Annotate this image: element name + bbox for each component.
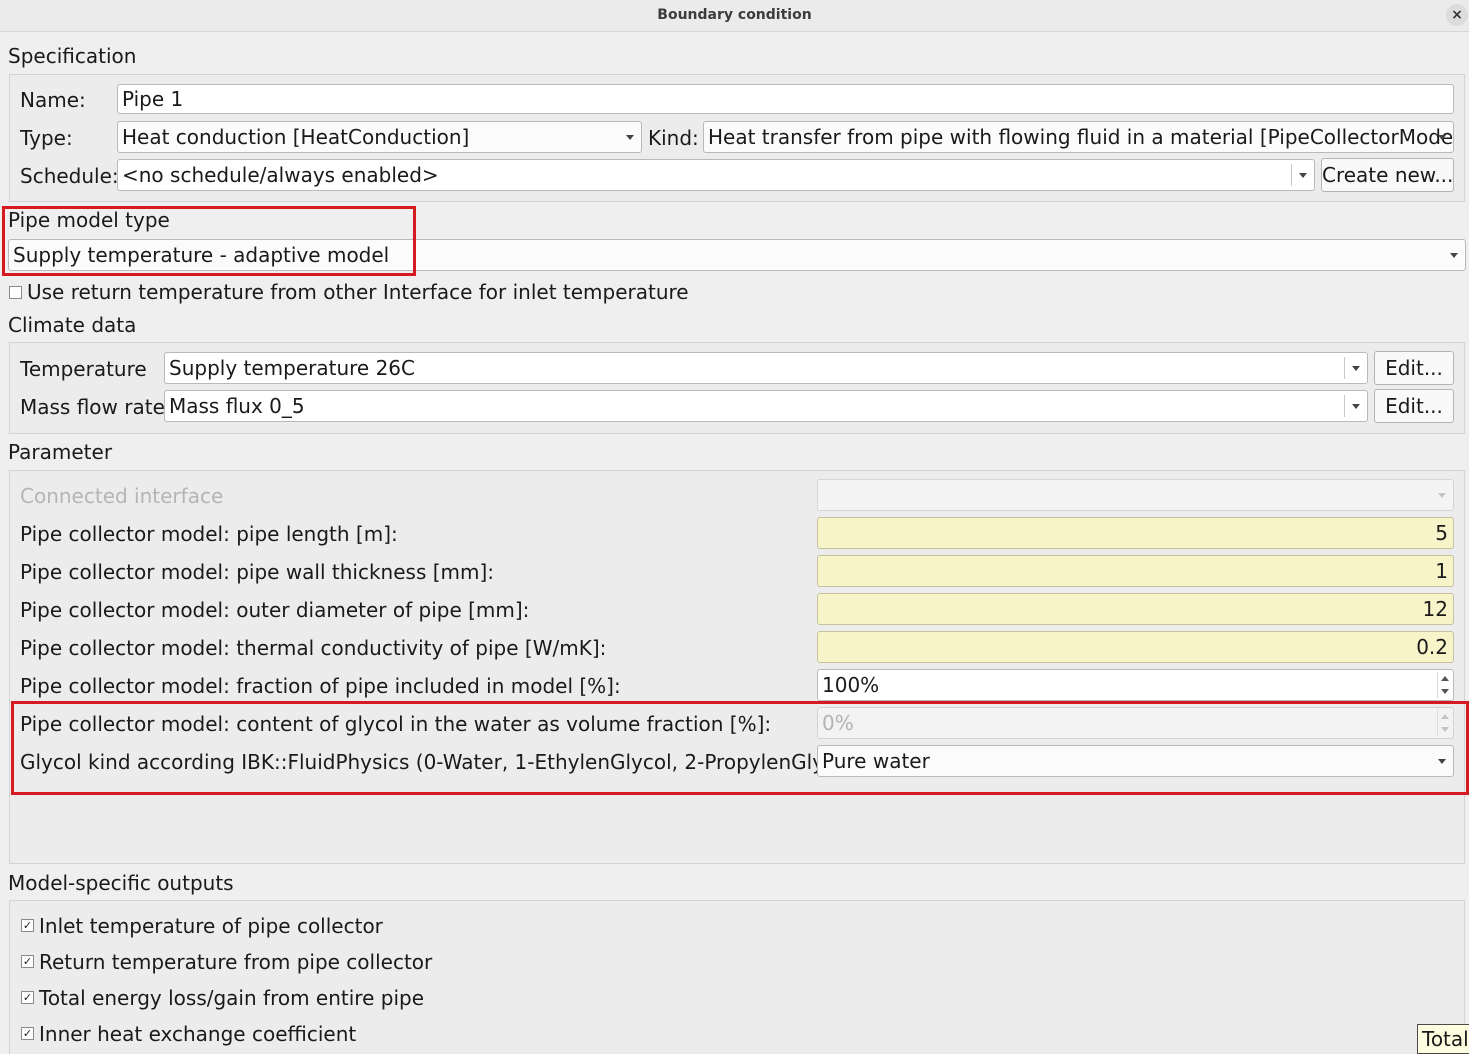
kind-combo-value: Heat transfer from pipe with flowing flu… [708, 125, 1454, 149]
output-checkbox-heat-exchange[interactable]: ✓ [21, 1027, 34, 1040]
parameter-title: Parameter [8, 440, 113, 464]
kind-combo[interactable]: Heat transfer from pipe with flowing flu… [703, 121, 1454, 153]
chevron-down-icon [1296, 160, 1310, 190]
massflow-value: Mass flux 0_5 [169, 394, 305, 418]
param-label-wall-thickness: Pipe collector model: pipe wall thicknes… [20, 560, 495, 584]
kind-label: Kind: [648, 126, 699, 150]
param-label-thermal-conductivity: Pipe collector model: thermal conductivi… [20, 636, 607, 660]
chevron-down-icon [623, 122, 637, 152]
spin-up-icon[interactable] [1440, 676, 1449, 681]
output-label-energy: Total energy loss/gain from entire pipe [39, 986, 424, 1010]
highlight-glycol [11, 701, 1469, 795]
output-checkbox-return[interactable]: ✓ [21, 955, 34, 968]
temperature-label: Temperature [20, 357, 147, 381]
output-label-return: Return temperature from pipe collector [39, 950, 433, 974]
name-label: Name: [20, 88, 86, 112]
chevron-down-icon [1349, 353, 1363, 383]
highlight-pipe-model [2, 206, 416, 276]
chevron-down-icon [1447, 240, 1461, 270]
climate-title: Climate data [8, 313, 137, 337]
temperature-value: Supply temperature 26C [169, 356, 415, 380]
connected-interface-label: Connected interface [20, 484, 224, 508]
schedule-combo[interactable]: <no schedule/always enabled> [117, 159, 1315, 191]
massflow-label: Mass flow rate [20, 395, 165, 419]
param-input-wall-thickness[interactable]: 1 [817, 555, 1454, 587]
close-icon[interactable]: × [1446, 4, 1468, 26]
window-title: Boundary condition [657, 7, 812, 23]
use-return-checkbox[interactable] [9, 286, 22, 299]
tooltip: Total [1417, 1024, 1469, 1054]
chevron-down-icon [1435, 122, 1449, 152]
spin-down-icon[interactable] [1440, 689, 1449, 694]
schedule-label: Schedule: [20, 164, 119, 188]
fraction-label: Pipe collector model: fraction of pipe i… [20, 674, 621, 698]
param-label-outer-diameter: Pipe collector model: outer diameter of … [20, 598, 530, 622]
output-label-inlet: Inlet temperature of pipe collector [39, 914, 383, 938]
specification-title: Specification [8, 44, 137, 68]
use-return-label: Use return temperature from other Interf… [27, 280, 689, 304]
chevron-down-icon [1349, 391, 1363, 421]
fraction-spinbox[interactable]: 100% [817, 669, 1454, 701]
output-label-heat-exchange: Inner heat exchange coefficient [39, 1022, 357, 1046]
type-combo[interactable]: Heat conduction [HeatConduction] [117, 121, 642, 153]
spin-buttons[interactable] [1437, 672, 1451, 698]
chevron-down-icon [1435, 480, 1449, 510]
combo-separator [1344, 395, 1345, 417]
param-input-thermal-conductivity[interactable]: 0.2 [817, 631, 1454, 663]
type-combo-value: Heat conduction [HeatConduction] [122, 125, 470, 149]
combo-separator [1291, 164, 1292, 186]
schedule-combo-value: <no schedule/always enabled> [122, 163, 439, 187]
temperature-combo[interactable]: Supply temperature 26C [164, 352, 1368, 384]
temperature-edit-button[interactable]: Edit... [1374, 351, 1454, 385]
output-checkbox-inlet[interactable]: ✓ [21, 919, 34, 932]
fraction-value: 100% [822, 673, 880, 697]
connected-interface-combo [817, 479, 1454, 511]
massflow-combo[interactable]: Mass flux 0_5 [164, 390, 1368, 422]
param-label-pipe-length: Pipe collector model: pipe length [m]: [20, 522, 398, 546]
param-input-pipe-length[interactable]: 5 [817, 517, 1454, 549]
name-input[interactable]: Pipe 1 [117, 84, 1454, 114]
type-label: Type: [20, 126, 73, 150]
create-new-button[interactable]: Create new... [1321, 158, 1454, 192]
outputs-title: Model-specific outputs [8, 871, 234, 895]
combo-separator [1344, 357, 1345, 379]
massflow-edit-button[interactable]: Edit... [1374, 389, 1454, 423]
output-checkbox-energy[interactable]: ✓ [21, 991, 34, 1004]
param-input-outer-diameter[interactable]: 12 [817, 593, 1454, 625]
